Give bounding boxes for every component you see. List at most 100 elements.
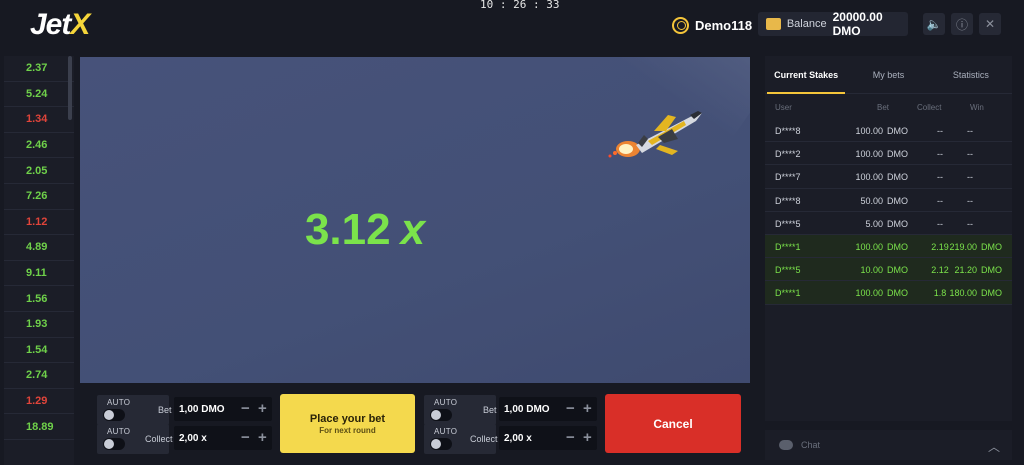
increase-collect-button[interactable]: + (258, 430, 267, 445)
stake-collect: -- (937, 172, 943, 183)
multiplier-suffix: x (400, 205, 426, 254)
stakes-table-body: D****8 100.00 DMO -- -- D****2 100.00 DMO -- -- D*… (765, 119, 1012, 305)
stake-win-currency: DMO (981, 265, 1002, 276)
history-list: 2.37 5.24 1.34 2.46 2.05 7.26 1.12 4.89 9.11 1.56… (4, 56, 74, 440)
history-item: 7.26 (4, 184, 74, 210)
speaker-icon: 🔈 (926, 17, 942, 31)
stake-win-currency: DMO (981, 288, 1002, 299)
stake-currency: DMO (887, 241, 908, 252)
collect-value: 2,00 x (179, 432, 207, 444)
history-item: 1.12 (4, 210, 74, 236)
stake-row: D****1 100.00 DMO 2.19 219.00 DMO (765, 234, 1012, 259)
user-profile[interactable]: Demo118 (672, 14, 752, 36)
stake-currency: DMO (887, 265, 908, 276)
stake-win: -- (967, 149, 973, 160)
bet-label: Bet (158, 405, 172, 415)
jet-icon (608, 111, 702, 158)
bet-amount-value: 1,00 DMO (179, 403, 225, 415)
tab-statistics[interactable]: Statistics (930, 56, 1012, 93)
history-item: 1.54 (4, 338, 74, 364)
stake-collect: -- (937, 195, 943, 206)
multiplier-history[interactable]: 2.37 5.24 1.34 2.46 2.05 7.26 1.12 4.89 9.11 1.56… (4, 56, 74, 465)
place-bet-button[interactable]: Place your bet For next round (280, 394, 415, 453)
history-item: 5.24 (4, 82, 74, 108)
stake-user: D****8 (775, 195, 801, 206)
stake-bet: 100.00 (855, 241, 883, 252)
stake-currency: DMO (887, 126, 908, 136)
chat-label: Chat (801, 440, 821, 450)
close-icon: ✕ (984, 17, 996, 31)
cancel-button[interactable]: Cancel (605, 394, 741, 453)
stake-user: D****5 (775, 265, 801, 276)
stake-row: D****7 100.00 DMO -- -- (765, 165, 1012, 189)
multiplier-value: 3.12 (304, 205, 391, 254)
stake-bet: 100.00 (855, 288, 883, 299)
stake-bet: 5.00 (865, 218, 883, 229)
logo: JetX (30, 8, 90, 42)
logo-text: Jet (30, 8, 71, 41)
sound-button[interactable]: 🔈 (923, 13, 945, 35)
stake-currency: DMO (887, 218, 908, 229)
column-collect: Collect (917, 103, 942, 112)
tab-current-stakes[interactable]: Current Stakes (765, 56, 847, 94)
auto-label: AUTO (107, 398, 131, 407)
toggle-switch[interactable] (430, 438, 452, 450)
history-item: 2.74 (4, 363, 74, 389)
decrease-bet-button[interactable]: − (241, 401, 250, 416)
cancel-label: Cancel (653, 416, 693, 431)
toggle-switch[interactable] (430, 409, 452, 421)
history-item: 1.29 (4, 389, 74, 415)
chat-bar[interactable]: Chat ︿ (765, 430, 1012, 460)
game-canvas: 3.12 x (80, 57, 750, 383)
stakes-tabs: Current Stakes My bets Statistics (765, 56, 1012, 94)
stake-user: D****8 (775, 126, 801, 136)
logo-accent: X (70, 8, 90, 41)
column-user: User (775, 103, 792, 112)
tab-my-bets[interactable]: My bets (847, 56, 929, 93)
close-button[interactable]: ✕ (979, 13, 1001, 35)
stake-user: D****2 (775, 149, 801, 160)
stake-collect: -- (937, 218, 943, 229)
toggle-switch[interactable] (103, 438, 125, 450)
tab-label: Statistics (952, 69, 989, 80)
stake-collect: -- (937, 149, 943, 160)
stake-row: D****8 50.00 DMO -- -- (765, 189, 1012, 212)
history-item: 4.89 (4, 235, 74, 261)
column-bet: Bet (877, 103, 890, 112)
stake-user: D****7 (775, 172, 801, 183)
stake-win: 180.00 (949, 288, 977, 299)
history-item: 18.89 (4, 414, 74, 440)
history-item: 9.11 (4, 261, 74, 287)
info-button[interactable]: ⓘ (951, 13, 973, 35)
chevron-up-icon[interactable]: ︿ (988, 438, 1000, 455)
stake-win: 219.00 (949, 241, 977, 252)
place-bet-subtitle: For next round (319, 425, 376, 435)
stake-win: -- (967, 172, 973, 183)
stake-bet: 50.00 (860, 195, 883, 206)
balance-value: 20000.00 DMO (832, 10, 883, 38)
username: Demo118 (695, 17, 753, 33)
decrease-bet-button[interactable]: − (566, 401, 575, 416)
stake-row: D****5 10.00 DMO 2.12 21.20 DMO (765, 258, 1012, 282)
decrease-collect-button[interactable]: − (241, 430, 250, 445)
increase-bet-button[interactable]: + (258, 401, 267, 416)
decrease-collect-button[interactable]: − (566, 430, 575, 445)
stakes-panel: Current Stakes My bets Statistics User B… (765, 56, 1012, 421)
clock: 10 : 26 : 33 (480, 0, 560, 11)
bet-amount-value: 1,00 DMO (504, 403, 550, 415)
history-item: 1.56 (4, 286, 74, 312)
stake-currency: DMO (887, 195, 908, 206)
history-item: 1.34 (4, 107, 74, 133)
auto-label: AUTO (434, 427, 458, 436)
increase-bet-button[interactable]: + (583, 401, 592, 416)
balance-label: Balance (786, 18, 827, 30)
stake-bet: 100.00 (855, 126, 883, 136)
wallet-icon (766, 18, 781, 30)
history-scrollbar[interactable] (68, 56, 72, 120)
stake-row: D****5 5.00 DMO -- -- (765, 212, 1012, 235)
increase-collect-button[interactable]: + (583, 430, 592, 445)
toggle-switch[interactable] (103, 409, 125, 421)
stake-bet: 100.00 (855, 149, 883, 160)
stake-win: -- (967, 195, 973, 206)
stake-row: D****8 100.00 DMO -- -- (765, 119, 1012, 143)
